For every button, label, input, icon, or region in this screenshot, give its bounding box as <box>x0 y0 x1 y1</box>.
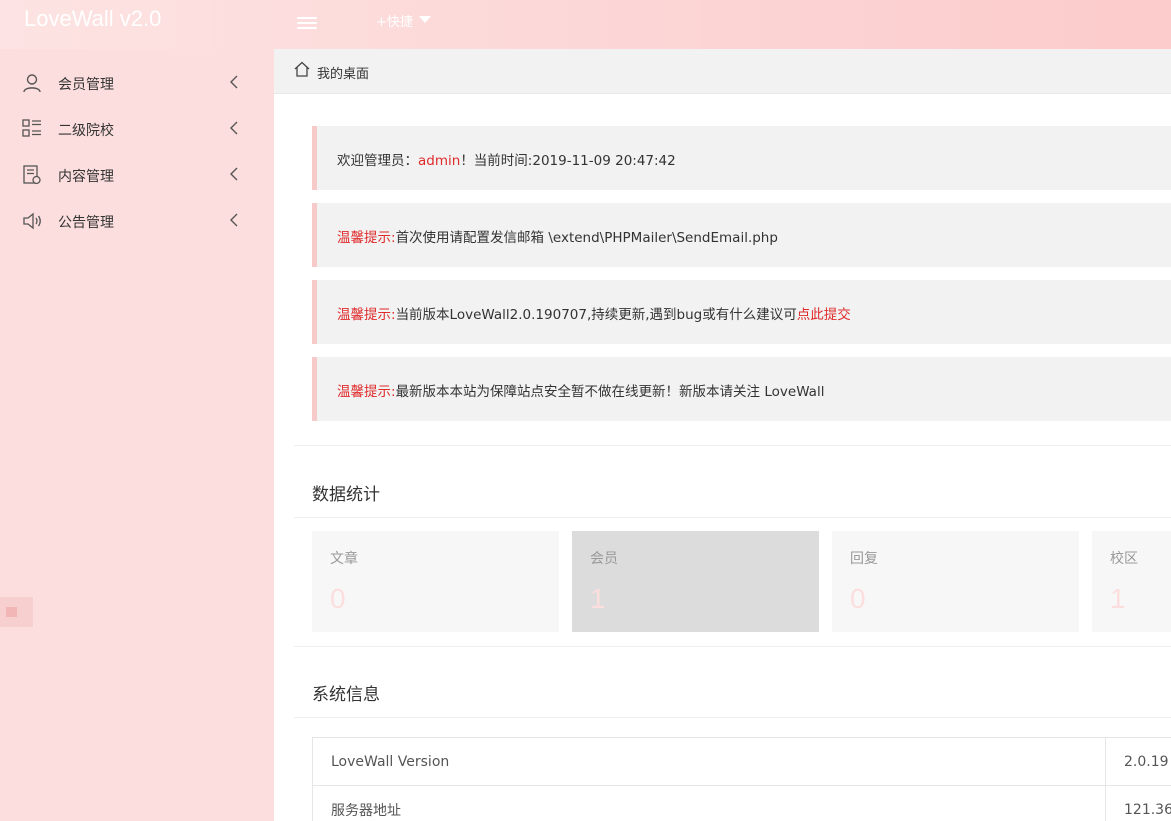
sidebar-item-colleges[interactable]: 二级院校 <box>0 107 274 153</box>
sidebar-item-label: 二级院校 <box>58 123 114 139</box>
breadcrumb-label[interactable]: 我的桌面 <box>317 63 369 82</box>
sidebar-item-label: 公告管理 <box>58 215 114 231</box>
info-value: 121.36 <box>1105 785 1171 821</box>
stat-value: 0 <box>330 583 346 614</box>
stat-card-members[interactable]: 会员 1 <box>572 531 819 632</box>
stat-label: 文章 <box>330 551 358 567</box>
stat-value: 1 <box>1110 583 1126 614</box>
sidebar: 会员管理 二级院校 内容管理 公告管理 <box>0 49 274 821</box>
list-icon <box>22 119 41 137</box>
tip-notice-version: 温馨提示:当前版本LoveWall2.0.190707,持续更新,遇到bug或有… <box>312 280 1171 344</box>
info-value: 2.0.19 <box>1105 737 1171 786</box>
stat-label: 会员 <box>590 551 618 567</box>
tip-message: 最新版本本站为保障站点安全暂不做在线更新！新版本请关注 LoveWall <box>395 384 825 400</box>
tip-text: 温馨提示:当前版本LoveWall2.0.190707,持续更新,遇到bug或有… <box>337 303 851 323</box>
document-icon <box>23 165 41 185</box>
divider <box>294 517 1171 518</box>
tip-text: 温馨提示:首次使用请配置发信邮箱 \extend\PHPMailer\SendE… <box>337 226 778 246</box>
breadcrumb: 我的桌面 <box>274 49 1171 94</box>
home-icon[interactable] <box>294 61 310 77</box>
info-key: 服务器地址 <box>312 785 1106 821</box>
caret-down-icon <box>418 16 431 23</box>
sidebar-item-members[interactable]: 会员管理 <box>0 61 274 107</box>
stat-card-campus[interactable]: 校区 1 <box>1092 531 1171 632</box>
quick-menu-label: +快捷 <box>376 15 413 30</box>
system-title: 系统信息 <box>312 685 380 705</box>
stat-value: 0 <box>850 583 866 614</box>
collapse-icon <box>6 607 17 617</box>
table-row: LoveWall Version 2.0.19 <box>312 737 1171 786</box>
user-icon <box>23 74 41 93</box>
tip-message: 当前版本LoveWall2.0.190707,持续更新,遇到bug或有什么建议可 <box>395 307 797 323</box>
welcome-prefix: 欢迎管理员： <box>337 153 418 169</box>
welcome-notice: 欢迎管理员：admin！当前时间:2019-11-09 20:47:42 <box>312 126 1171 190</box>
tip-label: 温馨提示: <box>337 230 396 246</box>
stat-card-replies[interactable]: 回复 0 <box>832 531 1079 632</box>
speaker-icon <box>23 212 41 230</box>
app-logo[interactable]: LoveWall v2.0 <box>24 6 161 32</box>
welcome-text: 欢迎管理员：admin！当前时间:2019-11-09 20:47:42 <box>337 149 676 169</box>
divider <box>294 717 1171 718</box>
tip-notice-mail: 温馨提示:首次使用请配置发信邮箱 \extend\PHPMailer\SendE… <box>312 203 1171 267</box>
system-info-table: LoveWall Version 2.0.19 服务器地址 121.36 <box>312 737 1171 821</box>
top-header: LoveWall v2.0 +快捷 <box>0 0 1171 49</box>
sidebar-item-label: 内容管理 <box>58 169 114 185</box>
tip-label: 温馨提示: <box>337 307 396 323</box>
stat-label: 回复 <box>850 551 878 567</box>
divider <box>294 445 1171 446</box>
stats-title: 数据统计 <box>312 485 380 505</box>
chevron-left-icon <box>230 213 238 227</box>
tip-message: 首次使用请配置发信邮箱 \extend\PHPMailer\SendEmail.… <box>395 230 778 246</box>
stat-card-articles[interactable]: 文章 0 <box>312 531 559 632</box>
chevron-left-icon <box>230 75 238 89</box>
sidebar-item-announcements[interactable]: 公告管理 <box>0 199 274 245</box>
tip-label: 温馨提示: <box>337 384 396 400</box>
admin-name: admin <box>418 153 461 169</box>
sidebar-item-label: 会员管理 <box>58 77 114 93</box>
sidebar-collapse-button[interactable] <box>0 597 33 627</box>
sidebar-item-content[interactable]: 内容管理 <box>0 153 274 199</box>
chevron-left-icon <box>230 121 238 135</box>
tip-notice-update: 温馨提示:最新版本本站为保障站点安全暂不做在线更新！新版本请关注 LoveWal… <box>312 357 1171 421</box>
stat-label: 校区 <box>1110 551 1138 567</box>
quick-menu-button[interactable]: +快捷 <box>376 11 431 30</box>
feedback-link[interactable]: 点此提交 <box>797 307 851 323</box>
stat-value: 1 <box>590 583 606 614</box>
divider <box>294 646 1171 647</box>
chevron-left-icon <box>230 167 238 181</box>
info-key: LoveWall Version <box>312 737 1106 786</box>
table-row: 服务器地址 121.36 <box>312 785 1171 821</box>
menu-toggle-icon[interactable] <box>297 14 317 30</box>
tip-text: 温馨提示:最新版本本站为保障站点安全暂不做在线更新！新版本请关注 LoveWal… <box>337 380 824 400</box>
current-time: ！当前时间:2019-11-09 20:47:42 <box>460 153 676 169</box>
